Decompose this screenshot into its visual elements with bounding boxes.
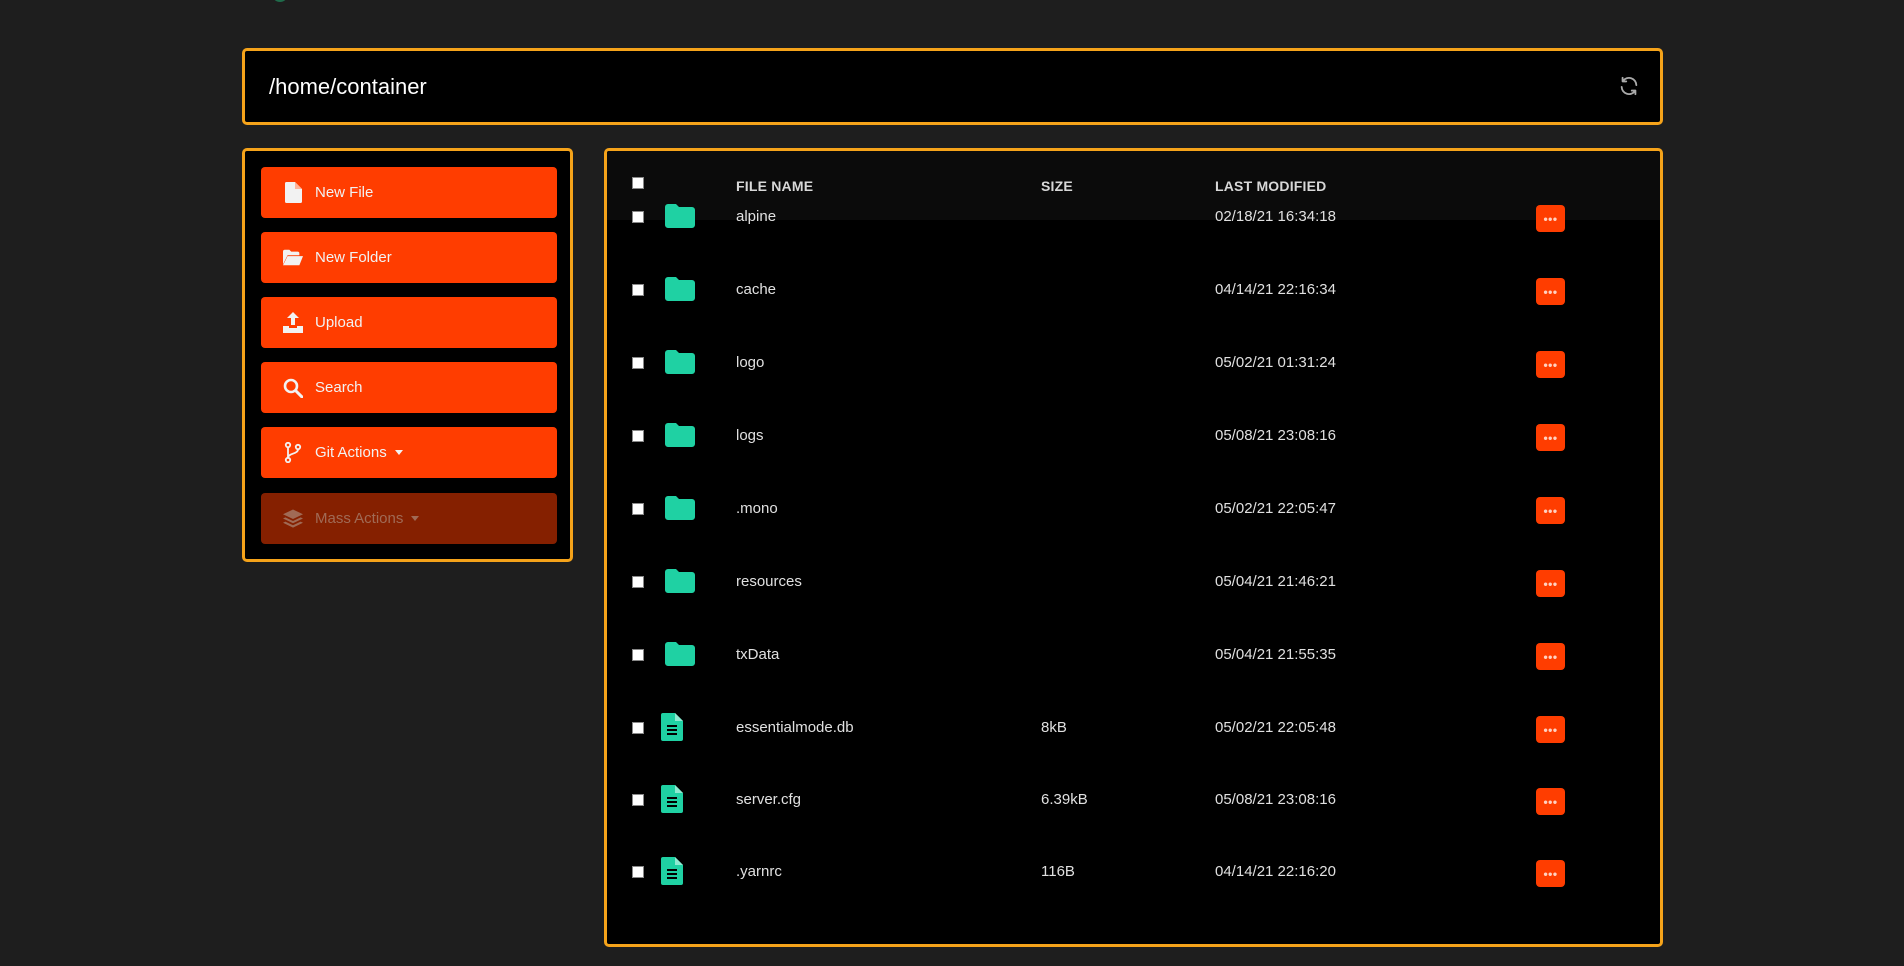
row-checkbox[interactable]: [632, 357, 644, 369]
more-icon: •••: [1543, 284, 1558, 299]
file-name[interactable]: logo: [736, 327, 764, 399]
folder-icon: [665, 423, 695, 449]
mass-actions-label: Mass Actions: [315, 510, 404, 527]
more-icon: •••: [1543, 794, 1558, 809]
folder-icon: [665, 204, 695, 230]
last-modified: 05/02/21 22:05:47: [1215, 500, 1336, 517]
row-options-button[interactable]: •••: [1536, 570, 1565, 597]
row-options-button[interactable]: •••: [1536, 788, 1565, 815]
file-name[interactable]: alpine: [736, 181, 776, 253]
last-modified: 05/02/21 22:05:48: [1215, 719, 1336, 736]
new-folder-label: New Folder: [315, 249, 392, 266]
more-icon: •••: [1543, 357, 1558, 372]
search-label: Search: [315, 379, 363, 396]
more-icon: •••: [1543, 430, 1558, 445]
last-modified: 02/18/21 16:34:18: [1215, 208, 1336, 225]
table-row[interactable]: essentialmode.db 8kB 05/02/21 22:05:48 •••: [607, 692, 1660, 764]
row-checkbox[interactable]: [632, 284, 644, 296]
folder-icon: [665, 350, 695, 376]
refresh-icon[interactable]: [1618, 75, 1640, 97]
path-bar: /home/container: [242, 48, 1663, 125]
row-options-button[interactable]: •••: [1536, 351, 1565, 378]
file-name[interactable]: cache: [736, 254, 776, 326]
file-size: 116B: [1041, 863, 1075, 880]
table-row[interactable]: resources 05/04/21 21:46:21 •••: [607, 546, 1660, 618]
current-path: /home/container: [269, 74, 427, 99]
row-checkbox[interactable]: [632, 503, 644, 515]
more-icon: •••: [1543, 503, 1558, 518]
table-row[interactable]: alpine 02/18/21 16:34:18 •••: [607, 181, 1660, 253]
new-file-label: New File: [315, 184, 374, 201]
table-row[interactable]: .yarnrc 116B 04/14/21 22:16:20 •••: [607, 836, 1660, 908]
actions-sidebar: New File New Folder Upload Search Git Ac…: [242, 148, 573, 562]
folder-icon: [665, 642, 695, 668]
row-options-button[interactable]: •••: [1536, 716, 1565, 743]
row-checkbox[interactable]: [632, 649, 644, 661]
git-branch-icon: [283, 442, 303, 463]
upload-icon: [283, 312, 303, 333]
logo: [272, 0, 288, 2]
file-size: 6.39kB: [1041, 791, 1088, 808]
document-icon: [661, 713, 691, 741]
row-checkbox[interactable]: [632, 211, 644, 223]
table-row[interactable]: txData 05/04/21 21:55:35 •••: [607, 619, 1660, 691]
search-icon: [283, 378, 303, 398]
row-options-button[interactable]: •••: [1536, 860, 1565, 887]
row-options-button[interactable]: •••: [1536, 205, 1565, 232]
row-checkbox[interactable]: [632, 866, 644, 878]
row-checkbox[interactable]: [632, 722, 644, 734]
layers-icon: [283, 508, 303, 529]
folder-icon: [665, 277, 695, 303]
chevron-down-icon: [411, 516, 420, 521]
last-modified: 05/08/21 23:08:16: [1215, 791, 1336, 808]
last-modified: 05/08/21 23:08:16: [1215, 427, 1336, 444]
new-folder-button[interactable]: New Folder: [261, 232, 557, 283]
file-name[interactable]: txData: [736, 619, 779, 691]
more-icon: •••: [1543, 649, 1558, 664]
mass-actions-button[interactable]: Mass Actions: [261, 493, 557, 544]
last-modified: 05/04/21 21:55:35: [1215, 646, 1336, 663]
row-options-button[interactable]: •••: [1536, 278, 1565, 305]
file-name[interactable]: resources: [736, 546, 802, 618]
folder-icon: [665, 569, 695, 595]
chevron-down-icon: [394, 450, 403, 455]
file-icon: [283, 182, 303, 203]
more-icon: •••: [1543, 866, 1558, 881]
new-file-button[interactable]: New File: [261, 167, 557, 218]
file-name[interactable]: .mono: [736, 473, 778, 545]
search-button[interactable]: Search: [261, 362, 557, 413]
file-name[interactable]: logs: [736, 400, 764, 472]
last-modified: 05/02/21 01:31:24: [1215, 354, 1336, 371]
file-table: FILE NAME SIZE LAST MODIFIED alpine 02/18…: [604, 148, 1663, 947]
more-icon: •••: [1543, 211, 1558, 226]
folder-open-icon: [283, 248, 303, 268]
table-row[interactable]: server.cfg 6.39kB 05/08/21 23:08:16 •••: [607, 764, 1660, 836]
more-icon: •••: [1543, 722, 1558, 737]
more-icon: •••: [1543, 576, 1558, 591]
file-name[interactable]: essentialmode.db: [736, 692, 854, 764]
document-icon: [661, 785, 691, 813]
row-checkbox[interactable]: [632, 430, 644, 442]
document-icon: [661, 857, 691, 885]
file-size: 8kB: [1041, 719, 1067, 736]
last-modified: 04/14/21 22:16:20: [1215, 863, 1336, 880]
git-actions-button[interactable]: Git Actions: [261, 427, 557, 478]
row-checkbox[interactable]: [632, 576, 644, 588]
row-options-button[interactable]: •••: [1536, 497, 1565, 524]
row-options-button[interactable]: •••: [1536, 643, 1565, 670]
table-row[interactable]: .mono 05/02/21 22:05:47 •••: [607, 473, 1660, 545]
file-name[interactable]: server.cfg: [736, 764, 801, 836]
table-row[interactable]: logo 05/02/21 01:31:24 •••: [607, 327, 1660, 399]
file-name[interactable]: .yarnrc: [736, 836, 782, 908]
table-row[interactable]: logs 05/08/21 23:08:16 •••: [607, 400, 1660, 472]
table-row[interactable]: cache 04/14/21 22:16:34 •••: [607, 254, 1660, 326]
last-modified: 05/04/21 21:46:21: [1215, 573, 1336, 590]
upload-label: Upload: [315, 314, 363, 331]
row-checkbox[interactable]: [632, 794, 644, 806]
last-modified: 04/14/21 22:16:34: [1215, 281, 1336, 298]
upload-button[interactable]: Upload: [261, 297, 557, 348]
row-options-button[interactable]: •••: [1536, 424, 1565, 451]
git-actions-label: Git Actions: [315, 444, 387, 461]
folder-icon: [665, 496, 695, 522]
